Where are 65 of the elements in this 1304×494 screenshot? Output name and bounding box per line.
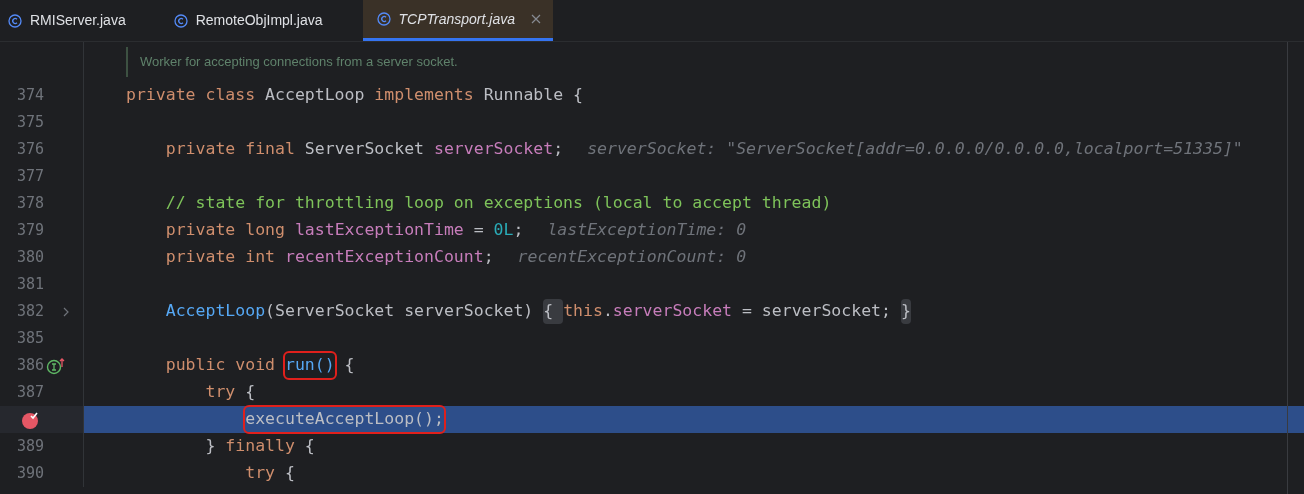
tab-label: TCPTransport.java [398, 9, 515, 29]
tab-label: RMIServer.java [30, 11, 126, 30]
code-text: { [245, 381, 256, 404]
code-text: { [284, 462, 295, 485]
code-keyword: this [563, 300, 603, 323]
code-field: recentExceptionCount [284, 245, 484, 270]
code-text: Runnable { [483, 84, 583, 107]
code-keyword: private long [165, 219, 286, 242]
code-field: serverSocket [612, 299, 733, 324]
inline-value-hint: serverSocket: "ServerSocket[addr=0.0.0.0/0.0.0.0,localport=51335]" [587, 138, 1243, 161]
code-text: { [304, 435, 315, 458]
code-method: AcceptLoop [165, 300, 266, 323]
class-icon [173, 13, 188, 28]
code-field: serverSocket [433, 137, 554, 162]
code-text: ; [483, 246, 494, 269]
close-icon[interactable] [531, 14, 541, 24]
code-keyword: private final [165, 138, 296, 161]
code-text: (ServerSocket serverSocket) [265, 300, 534, 323]
tab-label: RemoteObjImpl.java [195, 11, 323, 30]
implements-icon[interactable] [46, 356, 66, 375]
folded-code: { [543, 299, 564, 324]
line-number: 380 [15, 247, 44, 269]
code-comment: // state for throttling loop on exceptions (local to accept thread) [165, 192, 832, 215]
line-number: 379 [15, 220, 44, 242]
code-text: AcceptLoop [265, 84, 366, 107]
code-text: = serverSocket; [741, 300, 891, 323]
code-keyword: public void [165, 354, 277, 377]
code-keyword: finally [225, 435, 296, 458]
line-number: 390 [15, 463, 44, 485]
line-number: 387 [15, 382, 44, 404]
code-text: } [205, 435, 217, 458]
code-text: = [473, 219, 485, 242]
class-icon [8, 13, 22, 28]
code-number: 0L [493, 219, 514, 242]
code-text: . [602, 300, 613, 323]
line-number: 389 [15, 436, 44, 458]
code-keyword: private class [126, 84, 257, 107]
doc-comment: Worker for accepting connections from a server socket. [140, 53, 458, 72]
editor-tab[interactable]: TCPTransport.java [362, 0, 553, 41]
line-number: 385 [15, 328, 44, 350]
code-keyword: private int [165, 246, 277, 269]
highlighted-code: executeAcceptLoop(); [245, 407, 444, 432]
code-field: lastExceptionTime [294, 218, 464, 243]
line-number: 376 [15, 139, 44, 161]
line-number: 386 [15, 355, 44, 377]
code-keyword: implements [374, 84, 475, 107]
editor-tab[interactable]: RMIServer.java [0, 0, 166, 41]
highlighted-code: run() [284, 353, 335, 378]
class-icon [376, 12, 391, 26]
line-number: 381 [15, 274, 44, 296]
inline-value-hint: recentExceptionCount: 0 [517, 246, 747, 269]
line-number: 374 [15, 85, 44, 107]
code-text: ServerSocket [304, 138, 426, 161]
code-keyword: try [245, 462, 277, 485]
code-keyword: try [205, 381, 237, 404]
code-text: ; [513, 219, 524, 242]
line-number: 375 [15, 112, 44, 134]
line-number: 378 [15, 193, 44, 215]
code-text: ; [553, 138, 564, 161]
line-number: 377 [15, 166, 44, 188]
editor-tab[interactable]: RemoteObjImpl.java [165, 0, 363, 41]
folded-code: } [900, 299, 911, 324]
line-number: 382 [15, 301, 44, 323]
inline-value-hint: lastExceptionTime: 0 [547, 219, 747, 242]
code-text: { [344, 354, 355, 377]
